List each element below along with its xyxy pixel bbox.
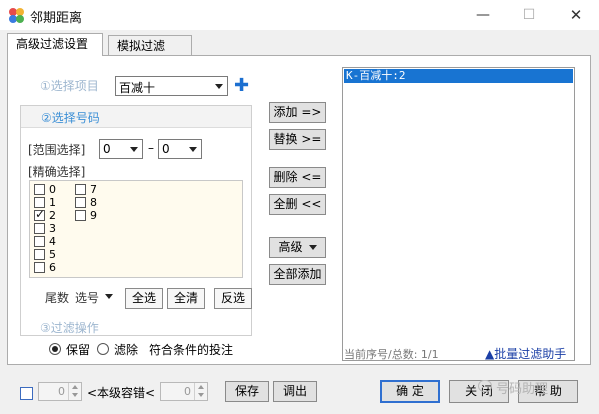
advanced-button[interactable]: 高级 [269,237,326,258]
wechat-icon [478,380,492,392]
group-header: ②选择号码 [21,106,251,128]
load-button[interactable]: 调出 [273,381,317,402]
up-arrow-icon [198,385,204,389]
down-arrow-icon [72,393,78,397]
range-to-value: 0 [162,142,170,156]
save-button[interactable]: 保存 [225,381,269,402]
tolerance-max-value: 0 [184,385,191,398]
number-checkbox-3[interactable]: 3 [34,222,64,235]
tolerance-label: <本级容错< [87,386,156,400]
chevron-down-icon[interactable] [105,294,113,299]
range-from-value: 0 [103,142,111,156]
add-button[interactable]: 添加 => [269,102,326,123]
number-checkbox-0[interactable]: 0 [34,183,64,196]
position-status: 当前序号/总数: 1/1 [344,348,439,361]
dialog-body: 高级过滤设置 模拟过滤 ①选择项目 百减十 ✚ ②选择号码 [范围选择] 0 –… [0,30,599,414]
range-label: [范围选择] [28,143,86,157]
add-project-icon[interactable]: ✚ [234,77,249,95]
select-all-button[interactable]: 全选 [125,288,163,309]
app-icon [9,8,24,23]
maximize-icon[interactable]: ☐ [506,0,552,30]
window-title: 邻期距离 [30,11,83,26]
checkbox [34,249,45,260]
number-checkbox-6[interactable]: 6 [34,261,64,274]
up-arrow-icon [72,385,78,389]
tolerance-checkbox[interactable] [20,387,33,400]
checkbox-checked [34,208,45,221]
number-checkbox-9[interactable]: 9 [75,209,105,222]
chevron-down-icon [215,84,223,89]
pick-number-label: 选号 [75,291,100,305]
list-item[interactable]: K-百减十:2 [344,69,573,83]
range-from-select[interactable]: 0 [99,139,143,159]
range-to-select[interactable]: 0 [158,139,202,159]
add-all-button[interactable]: 全部添加 [269,264,326,285]
watermark: 号码助理 [496,382,549,397]
project-select[interactable]: 百减十 [115,76,228,96]
tail-label: 尾数 [45,291,70,305]
spinner-arrows[interactable] [68,383,81,400]
number-checkbox-7[interactable]: 7 [75,183,105,196]
chevron-down-icon [130,147,138,152]
close-icon[interactable]: ✕ [553,0,599,30]
minimize-icon[interactable]: — [460,0,506,30]
ok-button[interactable]: 确 定 [380,380,440,403]
checkbox [34,262,45,273]
keep-label: 保留 [66,343,91,357]
down-arrow-icon [198,393,204,397]
precise-label: [精确选择] [28,165,86,179]
checkbox [75,210,86,221]
delete-all-button[interactable]: 全删 << [269,194,326,215]
checkbox [75,184,86,195]
checkbox [34,236,45,247]
chevron-down-icon [308,245,317,250]
delete-button[interactable]: 删除 <= [269,167,326,188]
checkbox [75,197,86,208]
tab-advanced-filter[interactable]: 高级过滤设置 [7,33,103,56]
checkbox [34,184,45,195]
clear-all-button[interactable]: 全清 [167,288,205,309]
project-select-value: 百减十 [119,81,156,95]
drop-radio[interactable] [97,343,109,355]
number-checkbox-8[interactable]: 8 [75,196,105,209]
title-bar: 邻期距离 — ☐ ✕ [0,0,599,30]
advanced-label: 高级 [278,240,303,254]
tab-panel: ①选择项目 百减十 ✚ ②选择号码 [范围选择] 0 – 0 [精确选择] 0 [7,55,591,365]
number-checkbox-5[interactable]: 5 [34,248,64,261]
number-checklist: 0 1 2 3 4 5 6 7 8 9 [29,180,243,278]
checkbox [34,223,45,234]
number-checkbox-2[interactable]: 2 [34,208,64,222]
pick-number-dropdown[interactable]: 选号 [75,289,99,306]
replace-button[interactable]: 替换 >= [269,129,326,150]
step2-label: ②选择号码 [41,111,100,125]
chevron-down-icon [189,147,197,152]
tolerance-min-value: 0 [58,385,65,398]
tab-simulate-filter[interactable]: 模拟过滤 [108,35,192,55]
keep-radio[interactable] [49,343,61,355]
filter-list[interactable]: K-百减十:2 当前序号/总数: 1/1 ▲批量过滤助手 [342,67,575,361]
tolerance-min-spinner[interactable]: 0 [38,382,82,401]
drop-label: 滤除 [114,343,139,357]
range-separator: – [148,141,154,155]
invert-selection-button[interactable]: 反选 [214,288,252,309]
tolerance-max-spinner[interactable]: 0 [160,382,208,401]
number-checkbox-4[interactable]: 4 [34,235,64,248]
number-select-group: ②选择号码 [范围选择] 0 – 0 [精确选择] 0 1 2 3 4 5 6 … [20,105,252,336]
spinner-arrows[interactable] [194,383,207,400]
step3-label: ③过滤操作 [40,321,99,335]
batch-filter-helper-link[interactable]: ▲批量过滤助手 [485,345,566,362]
filter-suffix-label: 符合条件的投注 [149,343,234,357]
step1-label: ①选择项目 [40,79,99,93]
